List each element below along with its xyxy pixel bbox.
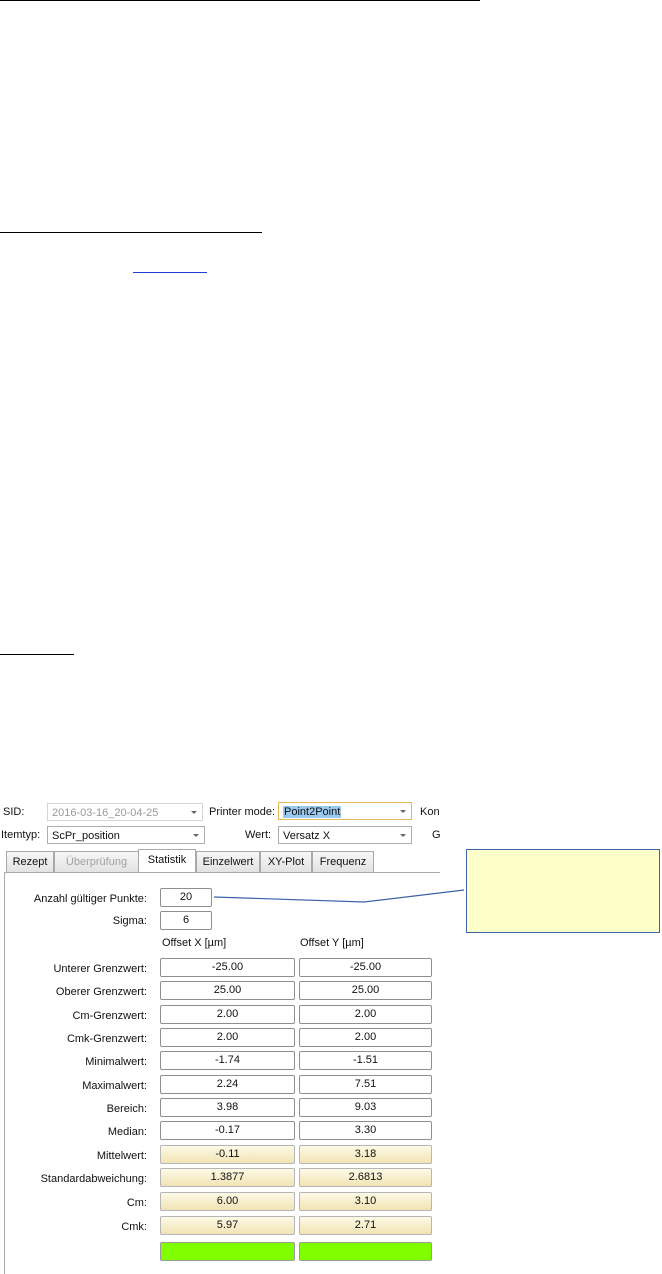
- tab-statistik[interactable]: Statistik: [138, 849, 196, 872]
- callout-note: [466, 849, 660, 933]
- callout-connector: [213, 889, 465, 903]
